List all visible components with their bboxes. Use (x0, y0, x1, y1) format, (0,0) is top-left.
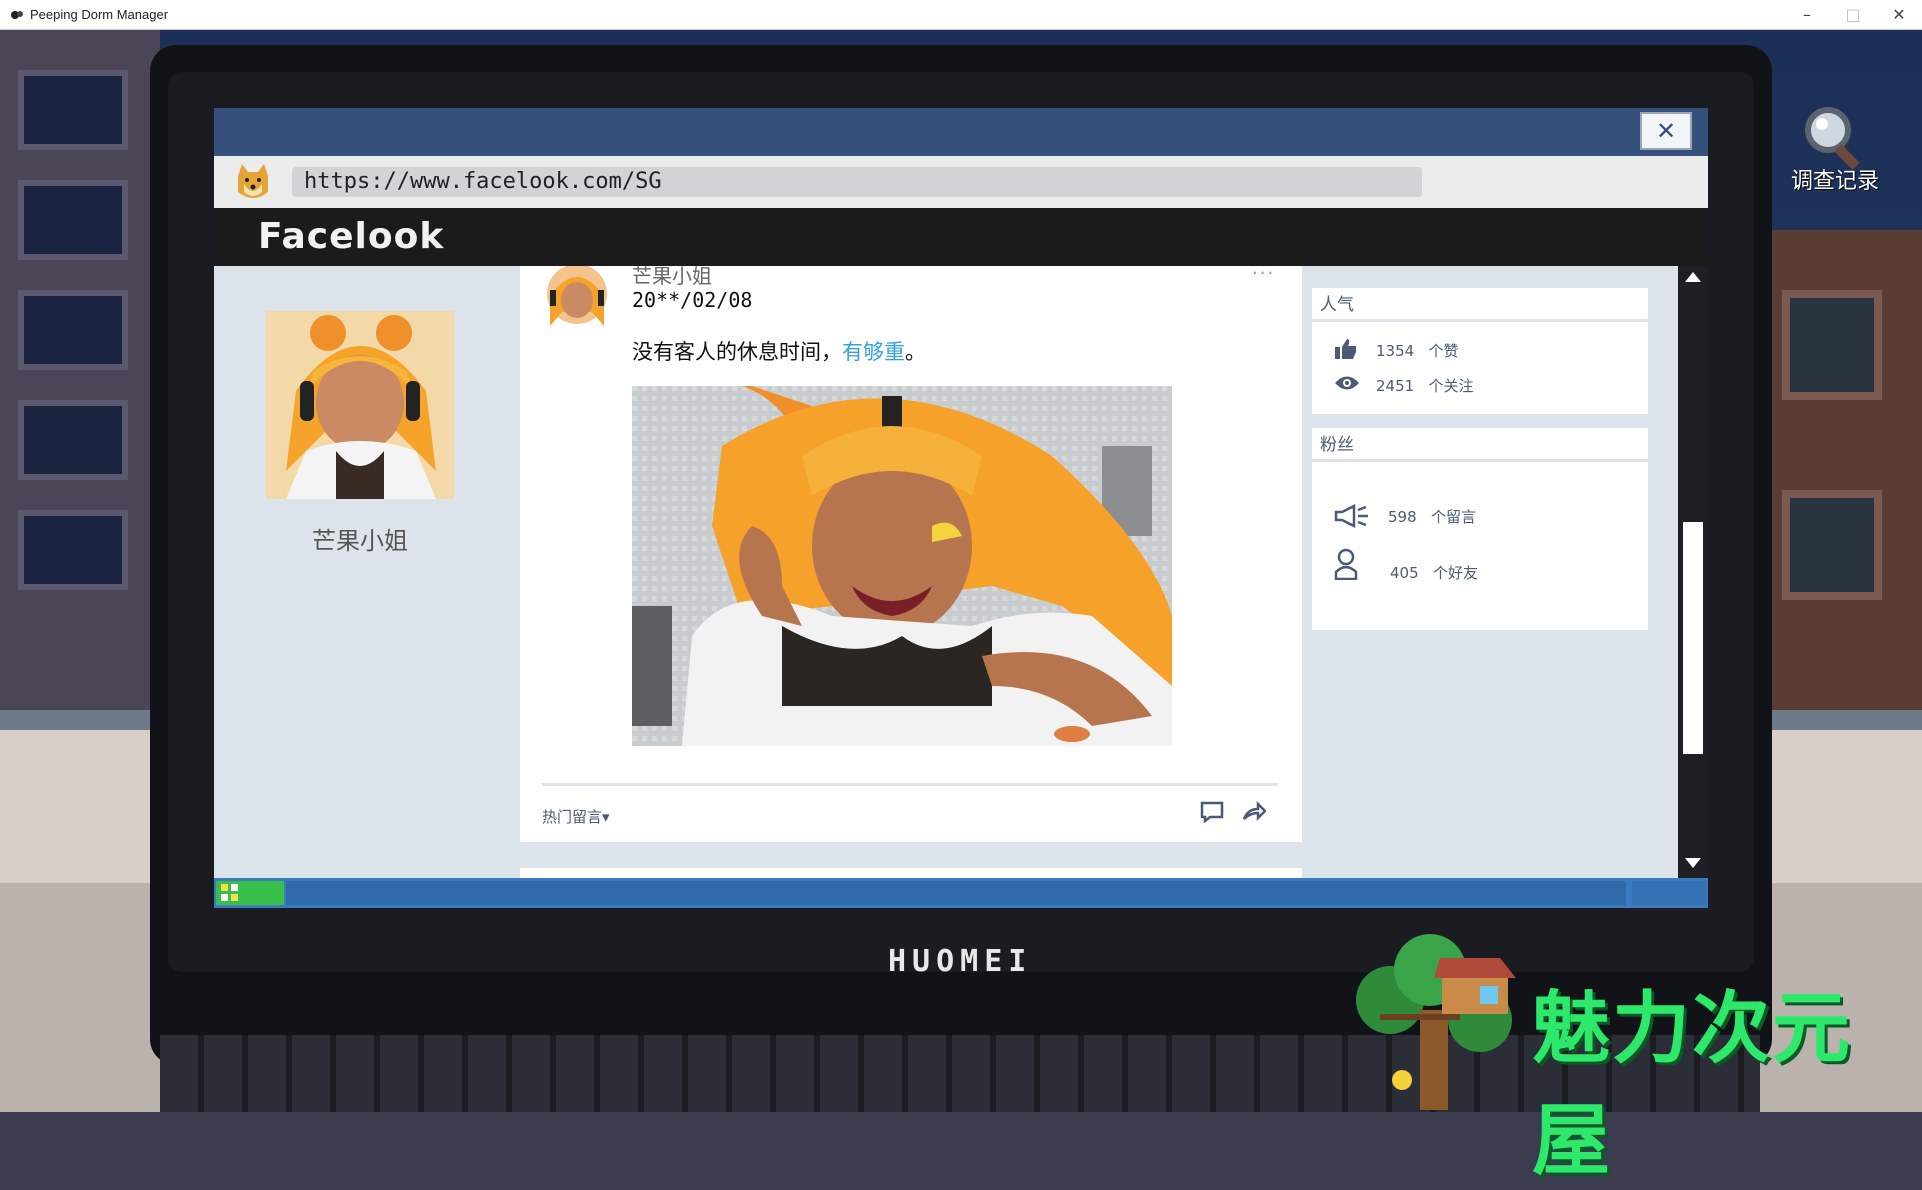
friends-stat: 405 个好友 (1390, 562, 1478, 583)
follows-label: 个关注 (1428, 377, 1474, 395)
scroll-up-arrow-icon[interactable] (1683, 270, 1703, 284)
start-button[interactable] (216, 881, 284, 905)
address-bar: https://www.facelook.com/SG (214, 156, 1708, 208)
next-post-card (520, 868, 1302, 878)
person-icon (1334, 548, 1358, 580)
likes-stat: 1354 个赞 (1376, 340, 1459, 361)
investigation-record-label[interactable]: 调查记录 (1770, 163, 1900, 195)
page-content: 芒果小姐 芒果小姐 20**/02/08 ... 没有客人的休息时间，有够重。 (214, 266, 1708, 878)
close-window-button[interactable]: ✕ (1876, 0, 1922, 30)
follows-count: 2451 (1376, 377, 1415, 395)
post-author-avatar[interactable] (542, 266, 612, 330)
post-date: 20**/02/08 (632, 288, 753, 312)
vertical-scrollbar[interactable] (1678, 266, 1708, 878)
scroll-down-arrow-icon[interactable] (1683, 856, 1703, 870)
maximize-button[interactable]: □ (1830, 0, 1876, 30)
site-logo[interactable]: Facelook (258, 216, 444, 257)
laptop-screen: ✕ https://www.facelook.com/SG Facelook 芒… (214, 108, 1708, 908)
post-text-end: 。 (905, 340, 926, 364)
watermark-text: 魅力次元屋 (1532, 984, 1853, 1186)
doge-icon (238, 164, 268, 198)
post-image[interactable] (632, 386, 1172, 746)
post-text: 没有客人的休息时间，有够重。 (632, 336, 926, 366)
thumbs-up-icon (1335, 339, 1356, 359)
friends-count: 405 (1390, 564, 1419, 582)
taskbar (214, 878, 1708, 908)
megaphone-icon (1334, 504, 1368, 528)
profile-name[interactable]: 芒果小姐 (266, 521, 454, 556)
start-grid-icon (221, 884, 238, 901)
laptop-keyboard (160, 1035, 1760, 1112)
left-building (0, 30, 160, 730)
likes-label: 个赞 (1428, 342, 1459, 360)
messages-stat: 598 个留言 (1388, 506, 1476, 527)
site-header: Facelook (214, 208, 1708, 266)
post-text-link[interactable]: 有够重 (842, 340, 905, 364)
follows-stat: 2451 个关注 (1376, 375, 1474, 396)
eye-icon (1335, 376, 1359, 390)
popularity-header: 人气 (1312, 288, 1648, 322)
hot-comments-dropdown[interactable]: 热门留言▾ (542, 806, 610, 827)
app-icon (11, 11, 23, 19)
friends-label: 个好友 (1432, 564, 1478, 582)
window-titlebar: Peeping Dorm Manager – □ ✕ (0, 0, 1922, 30)
treehouse-logo (1356, 934, 1516, 1110)
minimize-button[interactable]: – (1784, 0, 1830, 30)
comment-icon[interactable] (1200, 801, 1224, 823)
share-icon[interactable] (1242, 801, 1266, 823)
window-title: Peeping Dorm Manager (30, 7, 169, 22)
profile-avatar[interactable] (266, 311, 454, 499)
post-menu-button[interactable]: ... (1252, 266, 1275, 279)
fans-header: 粉丝 (1312, 428, 1648, 462)
scrollbar-thumb[interactable] (1683, 522, 1703, 754)
popularity-card: 人气 1354 个赞 2451 个关注 (1312, 288, 1648, 414)
taskbar-window-slot[interactable] (286, 881, 1626, 905)
likes-count: 1354 (1376, 342, 1415, 360)
post-divider (542, 783, 1278, 786)
messages-label: 个留言 (1430, 508, 1476, 526)
browser-window-top: ✕ (214, 108, 1708, 156)
fans-card: 粉丝 598 个留言 405 个好友 (1312, 428, 1648, 630)
post-card: 芒果小姐 20**/02/08 ... 没有客人的休息时间，有够重。 热门留言▾ (520, 266, 1302, 842)
post-text-body: 没有客人的休息时间， (632, 340, 842, 364)
browser-close-button[interactable]: ✕ (1640, 112, 1692, 150)
system-tray (1632, 881, 1706, 905)
post-author-name[interactable]: 芒果小姐 (632, 266, 712, 289)
messages-count: 598 (1388, 508, 1417, 526)
laptop-brand: HUOMEI (888, 944, 1033, 979)
url-input[interactable]: https://www.facelook.com/SG (292, 167, 1422, 197)
